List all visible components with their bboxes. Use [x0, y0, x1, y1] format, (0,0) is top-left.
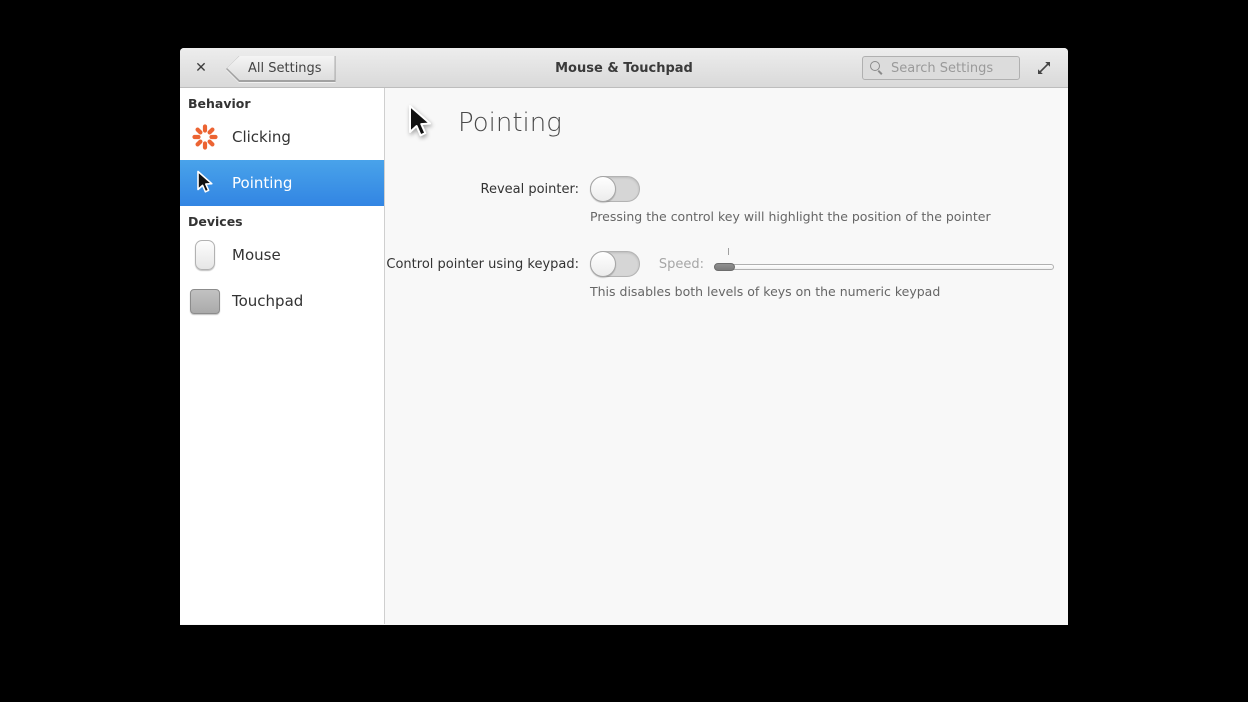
toggle-knob [590, 251, 616, 277]
slider-tick [728, 248, 729, 255]
mouse-icon [189, 240, 220, 270]
page-title-row: Pointing [405, 103, 562, 143]
resize-diagonal-icon [1038, 62, 1050, 74]
sidebar-item-pointing[interactable]: Pointing [180, 160, 384, 206]
all-settings-back-button[interactable]: All Settings [226, 55, 336, 82]
sidebar-item-clicking[interactable]: Clicking [180, 114, 384, 160]
back-button-face: All Settings [227, 56, 335, 80]
page-title: Pointing [458, 108, 562, 138]
search-icon [870, 61, 880, 71]
slider-track[interactable] [714, 264, 1054, 270]
back-button-border: All Settings [226, 56, 336, 82]
sidebar: Behavior Clicking Pointing Devices Mouse… [180, 88, 385, 624]
sidebar-item-label: Mouse [232, 246, 281, 264]
sidebar-section-devices: Devices [188, 214, 243, 229]
reveal-pointer-description: Pressing the control key will highlight … [590, 209, 991, 224]
back-button-label: All Settings [248, 60, 322, 76]
close-icon: ✕ [195, 60, 207, 76]
sidebar-section-behavior: Behavior [188, 96, 251, 111]
slider-handle[interactable] [714, 263, 735, 271]
reveal-pointer-label: Reveal pointer: [480, 182, 580, 197]
sidebar-item-label: Touchpad [232, 292, 304, 310]
touchpad-icon [189, 288, 220, 314]
headerbar: ✕ All Settings Mouse & Touchpad [180, 48, 1068, 88]
clicking-burst-icon [189, 122, 220, 152]
search-settings-box[interactable] [862, 56, 1020, 80]
close-button[interactable]: ✕ [188, 48, 214, 88]
sidebar-item-touchpad[interactable]: Touchpad [180, 278, 384, 324]
keypad-pointer-description: This disables both levels of keys on the… [590, 284, 941, 299]
pointer-cursor-icon [189, 170, 220, 196]
sidebar-item-label: Pointing [232, 174, 293, 192]
reveal-pointer-toggle[interactable] [590, 176, 640, 202]
pointer-cursor-large-icon [409, 105, 431, 137]
keypad-pointer-label: Control pointer using keypad: [386, 257, 579, 272]
settings-window: ✕ All Settings Mouse & Touchpad Behavior [180, 48, 1068, 625]
search-input[interactable] [891, 57, 1017, 79]
toggle-knob [590, 176, 616, 202]
speed-label: Speed: [658, 257, 704, 272]
fullscreen-button[interactable] [1028, 48, 1060, 88]
sidebar-item-label: Clicking [232, 128, 291, 146]
pointing-panel: Pointing Reveal pointer: Pressing the co… [385, 88, 1068, 624]
sidebar-item-mouse[interactable]: Mouse [180, 232, 384, 278]
